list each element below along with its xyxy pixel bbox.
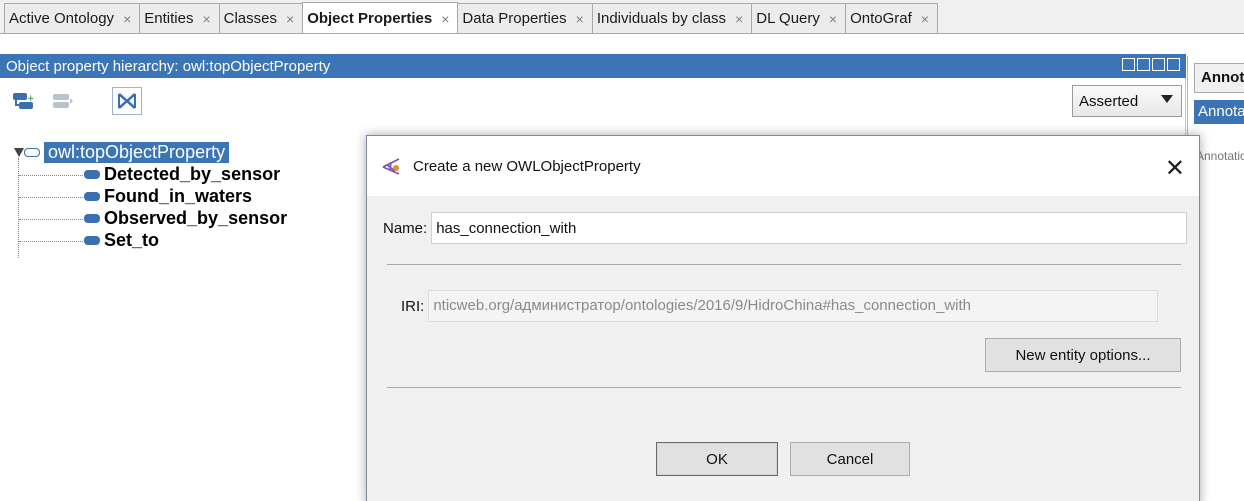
view-mode-value: Asserted <box>1079 92 1139 110</box>
tab-label: Object Properties <box>307 10 433 27</box>
iri-field: nticweb.org/администратор/ontologies/201… <box>428 290 1159 322</box>
tab-individuals-by-class[interactable]: Individuals by class × <box>591 3 753 33</box>
add-sibling-property-button[interactable] <box>48 87 78 115</box>
annotations-header: Annotations <box>1194 100 1244 124</box>
pane-dock-icon[interactable] <box>1122 58 1135 71</box>
tab-dl-query[interactable]: DL Query × <box>751 3 847 33</box>
tree-node-label: Observed_by_sensor <box>104 208 288 228</box>
tree-node-label: owl:topObjectProperty <box>44 142 230 163</box>
tab-close-icon[interactable]: × <box>921 11 929 27</box>
create-object-property-dialog: Create a new OWLObjectProperty ✕ Name: I… <box>366 135 1200 501</box>
tree-guide-line <box>19 175 83 176</box>
tree-node-root[interactable]: owl:topObjectProperty <box>24 142 230 163</box>
add-sub-property-icon: + <box>13 93 34 109</box>
tree-guide-line <box>18 158 19 258</box>
name-row: Name: <box>383 212 1188 244</box>
tree-node-found-in-waters[interactable]: Found_in_waters <box>84 186 252 207</box>
tab-close-icon[interactable]: × <box>576 11 584 27</box>
add-sub-property-button[interactable]: + <box>8 87 38 115</box>
tree-expand-toggle-icon[interactable] <box>14 148 24 157</box>
tab-close-icon[interactable]: × <box>202 11 210 27</box>
tab-label: Entities <box>144 10 194 27</box>
tab-label: OntoGraf <box>850 10 912 27</box>
pane-title-bar: Object property hierarchy: owl:topObject… <box>0 54 1186 78</box>
annotations-tab[interactable]: Annotations <box>1194 63 1244 93</box>
name-label: Name: <box>383 219 428 237</box>
tab-label: Individuals by class <box>596 10 727 27</box>
iri-row: IRI: nticweb.org/администратор/ontologie… <box>401 290 1159 322</box>
close-icon[interactable]: ✕ <box>1165 154 1185 183</box>
tab-label: Active Ontology <box>9 10 115 27</box>
cancel-button[interactable]: Cancel <box>790 442 910 476</box>
tree-guide-line <box>19 241 83 242</box>
tab-close-icon[interactable]: × <box>123 11 131 27</box>
tree-node-label: Found_in_waters <box>104 186 253 206</box>
tab-label: Data Properties <box>462 10 567 27</box>
tab-active-ontology[interactable]: Active Ontology × <box>4 3 141 33</box>
tree-node-label: Detected_by_sensor <box>104 164 281 184</box>
tree-node-detected-by-sensor[interactable]: Detected_by_sensor <box>84 164 280 185</box>
object-property-icon <box>84 170 100 179</box>
tab-bar: Active Ontology × Entities × Classes × Object … <box>0 0 1244 34</box>
tab-close-icon[interactable]: × <box>286 11 294 27</box>
hierarchy-toolbar: + Asserted <box>0 78 1186 124</box>
tab-label: DL Query <box>756 10 820 27</box>
tab-ontograf[interactable]: OntoGraf × <box>845 3 938 33</box>
pane-maximize-icon[interactable] <box>1152 58 1165 71</box>
tree-node-observed-by-sensor[interactable]: Observed_by_sensor <box>84 208 287 229</box>
tree-node-set-to[interactable]: Set_to <box>84 230 159 251</box>
new-entity-options-button[interactable]: New entity options... <box>985 338 1181 372</box>
pane-close-icon[interactable] <box>1167 58 1180 71</box>
dropdown-arrow-icon <box>1161 95 1173 103</box>
name-input[interactable] <box>431 212 1188 244</box>
tree-guide-line <box>19 197 83 198</box>
dialog-title: Create a new OWLObjectProperty <box>413 157 641 175</box>
pane-window-controls <box>1122 58 1180 71</box>
pane-minimize-icon[interactable] <box>1137 58 1150 71</box>
separator <box>387 387 1181 388</box>
ok-button[interactable]: OK <box>656 442 778 476</box>
pane-title: Object property hierarchy: owl:topObject… <box>6 57 331 75</box>
delete-property-button[interactable] <box>112 87 142 115</box>
iri-label: IRI: <box>401 297 425 315</box>
object-property-icon <box>84 214 100 223</box>
separator <box>387 264 1181 265</box>
tab-data-properties[interactable]: Data Properties × <box>457 3 593 33</box>
tab-object-properties[interactable]: Object Properties × <box>302 2 459 33</box>
svg-text:+: + <box>27 94 34 104</box>
dialog-title-bar: Create a new OWLObjectProperty ✕ <box>367 136 1199 196</box>
tab-close-icon[interactable]: × <box>441 11 449 27</box>
tab-classes[interactable]: Classes × <box>218 3 304 33</box>
protege-logo-icon <box>382 158 400 175</box>
annotations-label: Annotations <box>1196 149 1244 163</box>
object-property-icon <box>84 236 100 245</box>
tab-close-icon[interactable]: × <box>829 11 837 27</box>
object-property-icon <box>24 148 40 157</box>
tree-guide-line <box>19 219 83 220</box>
object-property-icon <box>84 192 100 201</box>
tab-close-icon[interactable]: × <box>735 11 743 27</box>
tab-entities[interactable]: Entities × <box>139 3 220 33</box>
delete-property-icon <box>118 93 136 109</box>
tree-node-label: Set_to <box>104 230 160 250</box>
tab-label: Classes <box>223 10 277 27</box>
add-sibling-property-icon <box>53 94 73 108</box>
view-mode-select[interactable]: Asserted <box>1072 85 1182 117</box>
